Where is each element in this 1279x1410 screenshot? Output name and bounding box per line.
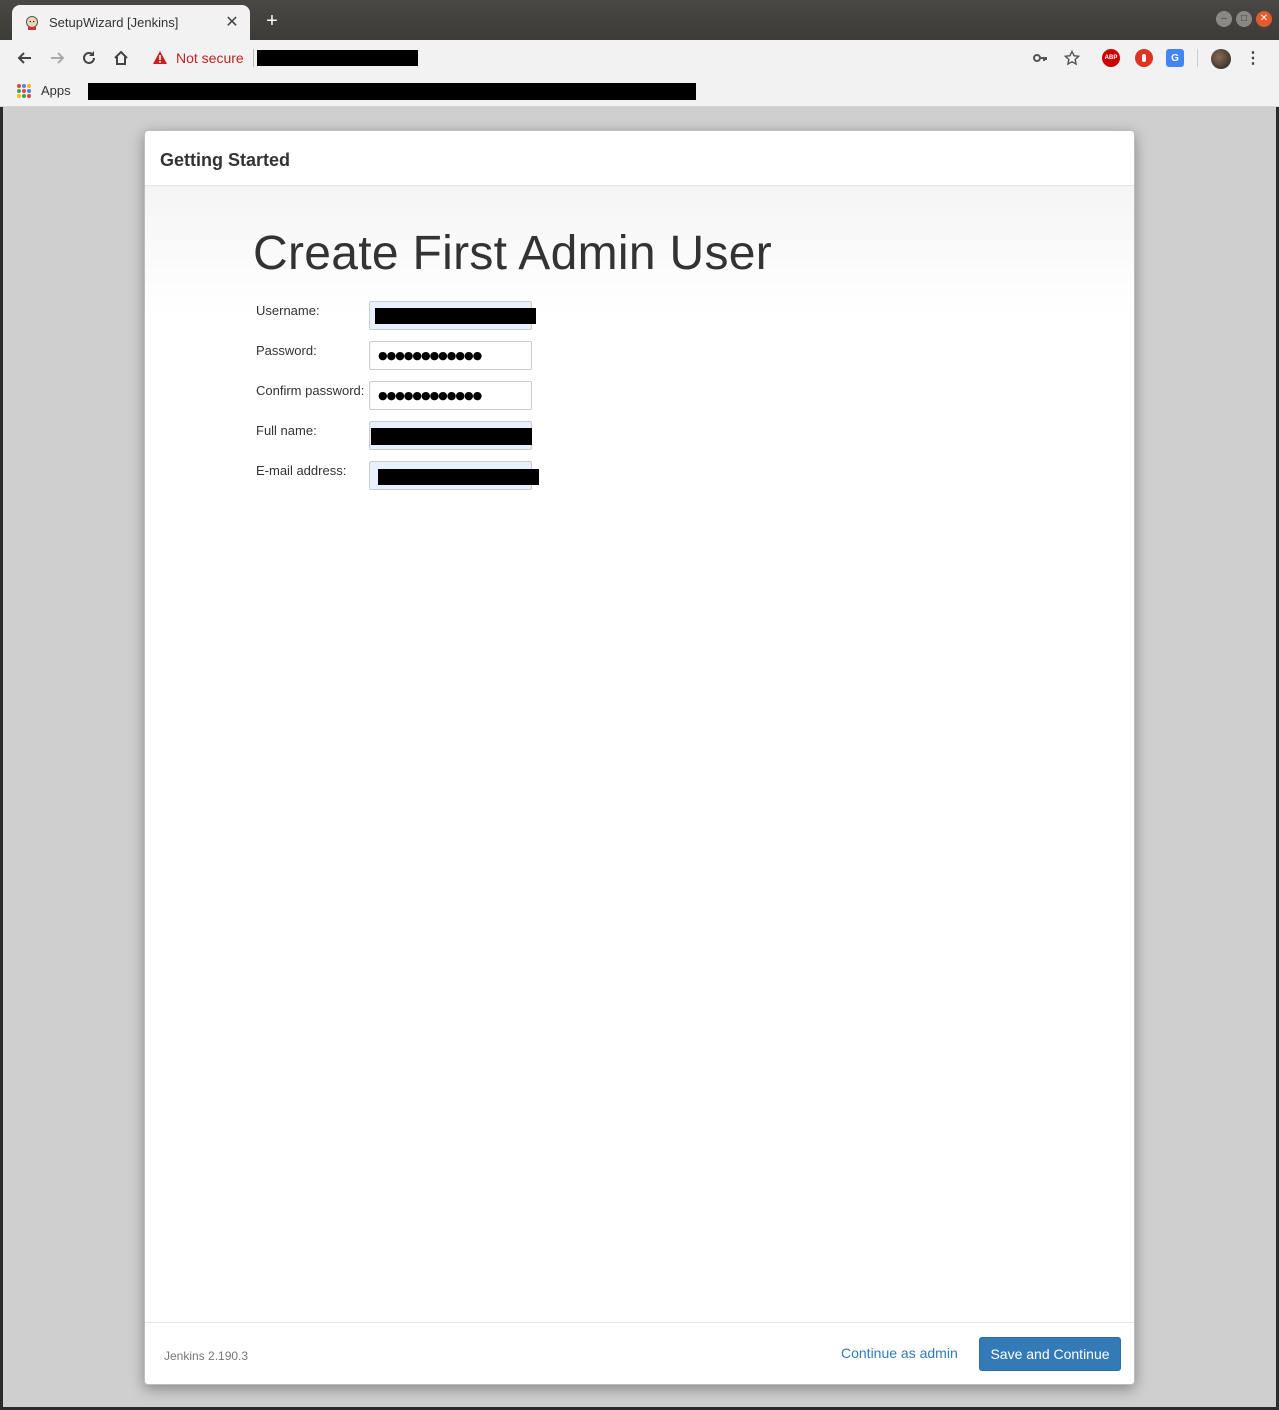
translate-icon[interactable]: G [1166, 49, 1184, 67]
jenkins-favicon [24, 15, 40, 31]
close-tab-icon[interactable]: ✕ [224, 14, 240, 31]
username-label: Username: [256, 303, 320, 318]
tab-strip: SetupWizard [Jenkins] ✕ + – □ ✕ [0, 0, 1279, 40]
username-row: Username: [256, 301, 756, 331]
apps-grid-icon [17, 83, 31, 98]
jenkins-version: Jenkins 2.190.3 [164, 1349, 249, 1363]
wizard-header-title: Getting Started [160, 150, 291, 170]
bookmarks-bar: Apps [0, 76, 1279, 107]
apps-bookmark[interactable]: Apps [17, 83, 71, 98]
email-label: E-mail address: [256, 463, 347, 478]
fullname-redacted [371, 428, 532, 445]
home-icon[interactable] [110, 47, 132, 69]
extension-icon[interactable] [1135, 49, 1153, 67]
toolbar-divider [1197, 49, 1198, 67]
apps-label: Apps [41, 83, 71, 98]
username-redacted [375, 308, 536, 324]
password-field[interactable]: ●●●●●●●●●●●● [369, 341, 532, 370]
email-redacted [378, 469, 539, 485]
wizard-header: Getting Started [145, 131, 1134, 186]
password-label: Password: [256, 343, 317, 358]
save-and-continue-button[interactable]: Save and Continue [979, 1337, 1121, 1371]
continue-as-admin-link[interactable]: Continue as admin [841, 1345, 958, 1361]
browser-toolbar: Not secure ABP G ⋮ [0, 40, 1279, 76]
tab-title: SetupWizard [Jenkins] [49, 15, 179, 30]
url-redacted [256, 50, 418, 66]
email-row: E-mail address: [256, 461, 756, 491]
page-title: Create First Admin User [253, 227, 773, 280]
minimize-button[interactable]: – [1216, 11, 1232, 27]
page-viewport: Getting Started Create First Admin User … [3, 107, 1276, 1407]
address-separator [252, 49, 254, 67]
menu-icon[interactable]: ⋮ [1244, 49, 1262, 67]
avatar[interactable] [1211, 49, 1231, 69]
password-row: Password: ●●●●●●●●●●●● [256, 341, 756, 371]
forward-icon[interactable] [46, 47, 68, 69]
browser-tab[interactable]: SetupWizard [Jenkins] ✕ [12, 5, 250, 40]
maximize-button[interactable]: □ [1236, 11, 1252, 27]
confirm-password-field[interactable]: ●●●●●●●●●●●● [369, 381, 532, 410]
adblock-icon[interactable]: ABP [1102, 49, 1120, 67]
key-icon[interactable] [1031, 49, 1049, 67]
warning-icon [152, 50, 168, 66]
new-tab-button[interactable]: + [262, 11, 282, 31]
bookmarks-redacted [88, 83, 696, 100]
back-icon[interactable] [14, 47, 36, 69]
close-window-button[interactable]: ✕ [1256, 11, 1272, 27]
fullname-row: Full name: [256, 421, 756, 451]
reload-icon[interactable] [78, 47, 100, 69]
wizard-body: Create First Admin User Username: Passwo… [145, 186, 1134, 1322]
security-label[interactable]: Not secure [176, 50, 244, 66]
fullname-label: Full name: [256, 423, 317, 438]
wizard-footer: Jenkins 2.190.3 Continue as admin Save a… [145, 1322, 1134, 1384]
email-field[interactable] [369, 461, 539, 490]
confirm-password-label: Confirm password: [256, 383, 365, 398]
confirm-password-row: Confirm password: ●●●●●●●●●●●● [256, 381, 756, 411]
setup-wizard-dialog: Getting Started Create First Admin User … [144, 130, 1135, 1385]
star-icon[interactable] [1063, 49, 1081, 67]
username-field[interactable] [369, 301, 536, 330]
window-controls: – □ ✕ [1216, 11, 1272, 27]
fullname-field[interactable] [369, 421, 532, 450]
